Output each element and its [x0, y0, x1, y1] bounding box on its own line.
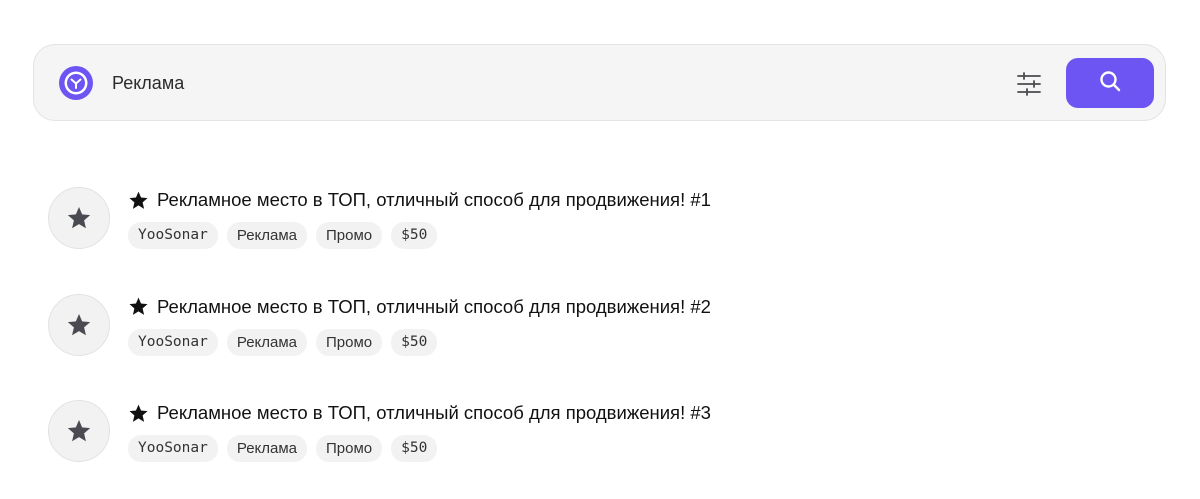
result-title[interactable]: Рекламное место в ТОП, отличный способ д…	[128, 189, 711, 211]
search-input[interactable]	[112, 67, 992, 99]
sliders-icon[interactable]	[1014, 69, 1044, 99]
result-title-text: Рекламное место в ТОП, отличный способ д…	[157, 295, 711, 317]
star-icon	[48, 187, 110, 249]
star-icon	[48, 293, 110, 356]
results-list: Рекламное место в ТОП, отличный способ д…	[48, 186, 1148, 499]
tag[interactable]: YooSonar	[128, 222, 218, 249]
result-title-text: Рекламное место в ТОП, отличный способ д…	[157, 402, 711, 423]
result-item[interactable]: Рекламное место в ТОП, отличный способ д…	[48, 399, 1148, 499]
result-item[interactable]: Рекламное место в ТОП, отличный способ д…	[48, 186, 1148, 293]
tag[interactable]: Реклама	[226, 435, 308, 462]
tag[interactable]: Промо	[316, 328, 383, 356]
tag[interactable]: Реклама	[226, 328, 308, 356]
search-page: Рекламное место в ТОП, отличный способ д…	[0, 0, 1200, 499]
tag-list: YooSonar Реклама Промо $50	[128, 222, 438, 249]
star-icon	[128, 190, 149, 211]
result-title[interactable]: Рекламное место в ТОП, отличный способ д…	[128, 402, 711, 424]
tag[interactable]: YooSonar	[128, 435, 218, 462]
tag[interactable]: Промо	[316, 222, 383, 249]
star-icon	[128, 403, 149, 424]
tag[interactable]: $50	[391, 435, 438, 462]
tag[interactable]: YooSonar	[128, 328, 218, 356]
tag[interactable]: Реклама	[226, 222, 308, 249]
search-button[interactable]	[1066, 58, 1154, 108]
star-icon	[128, 296, 149, 317]
tag[interactable]: Промо	[316, 435, 383, 462]
star-icon	[48, 400, 110, 462]
tag-list: YooSonar Реклама Промо $50	[128, 328, 438, 356]
search-icon	[1098, 69, 1122, 98]
search-bar	[33, 44, 1166, 121]
result-title-text: Рекламное место в ТОП, отличный способ д…	[157, 189, 711, 210]
result-item[interactable]: Рекламное место в ТОП, отличный способ д…	[48, 293, 1148, 400]
brand-logo-icon[interactable]	[58, 65, 94, 101]
tag[interactable]: $50	[391, 222, 438, 249]
tag-list: YooSonar Реклама Промо $50	[128, 435, 438, 462]
result-title[interactable]: Рекламное место в ТОП, отличный способ д…	[128, 296, 711, 318]
tag[interactable]: $50	[391, 328, 438, 356]
